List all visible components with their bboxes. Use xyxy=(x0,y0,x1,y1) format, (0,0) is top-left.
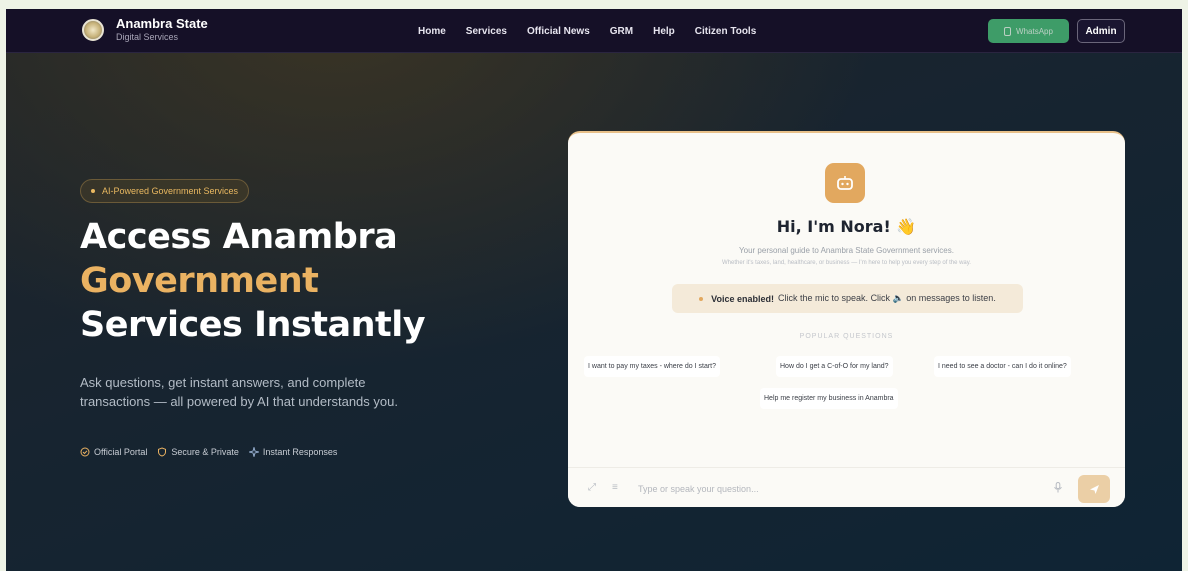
brand-title: Anambra State xyxy=(116,16,208,31)
feature-label: Official Portal xyxy=(94,447,148,457)
shield-icon xyxy=(158,447,167,457)
hero-title-line2: Government xyxy=(80,261,319,301)
badge-label: AI-Powered Government Services xyxy=(102,186,239,196)
robot-glyph-icon xyxy=(837,176,853,190)
admin-button[interactable]: Admin xyxy=(1077,19,1125,43)
feature-official-portal: Official Portal xyxy=(80,447,147,457)
feature-instant-responses: Instant Responses xyxy=(248,447,338,457)
voice-notice: Voice enabled! Click the mic to speak. C… xyxy=(672,284,1023,313)
ai-badge: AI-Powered Government Services xyxy=(80,179,250,203)
chat-description: Your personal guide to Anambra State Gov… xyxy=(739,246,954,255)
chat-description-secondary: Whether it's taxes, land, healthcare, or… xyxy=(722,260,971,266)
voice-notice-text: Click the mic to speak. Click 🔈 on messa… xyxy=(778,293,996,303)
nav-link-help[interactable]: Help xyxy=(653,26,675,37)
nav-link-official-news[interactable]: Official News xyxy=(527,26,590,37)
nav-link-home[interactable]: Home xyxy=(418,26,446,37)
nav-link-services[interactable]: Services xyxy=(466,26,507,37)
page-frame: Anambra State Digital Services Home Serv… xyxy=(6,9,1182,571)
nav-link-grm[interactable]: GRM xyxy=(610,26,633,37)
chat-input[interactable] xyxy=(638,478,1048,500)
chat-card: Hi, I'm Nora! 👋 Your personal guide to A… xyxy=(568,131,1125,507)
hero-title-line3: Services Instantly xyxy=(80,305,426,345)
nav-link-citizen-tools[interactable]: Citizen Tools xyxy=(695,26,756,37)
question-chip[interactable]: Help me register my business in Anambra xyxy=(760,388,898,409)
question-chip[interactable]: I need to see a doctor - can I do it onl… xyxy=(934,356,1071,377)
nav-links: Home Services Official News GRM Help Cit… xyxy=(418,9,776,53)
phone-icon xyxy=(1004,26,1012,36)
top-navbar: Anambra State Digital Services Home Serv… xyxy=(6,9,1182,53)
question-chip[interactable]: I want to pay my taxes - where do I star… xyxy=(584,356,720,377)
chat-input-bar: ⤢ ≡ xyxy=(568,467,1125,507)
feature-secure-private: Secure & Private xyxy=(157,447,239,457)
menu-icon[interactable]: ≡ xyxy=(612,482,618,493)
feature-list: Official Portal Secure & Private Instant… xyxy=(80,447,347,457)
voice-notice-bold: Voice enabled! xyxy=(711,293,775,304)
whatsapp-button[interactable]: WhatsApp xyxy=(988,19,1069,43)
robot-icon xyxy=(825,163,865,203)
badge-dot-icon xyxy=(91,189,95,193)
microphone-icon xyxy=(699,296,704,301)
state-seal-logo xyxy=(82,19,104,41)
brand-subtitle: Digital Services xyxy=(116,32,179,42)
hero-subtitle: Ask questions, get instant answers, and … xyxy=(80,375,398,409)
send-button[interactable] xyxy=(1078,475,1110,503)
check-circle-icon xyxy=(80,447,90,457)
question-chip[interactable]: How do I get a C-of-O for my land? xyxy=(776,356,893,377)
chat-greeting: Hi, I'm Nora! 👋 xyxy=(776,217,917,236)
hero-title-line1: Access Anambra xyxy=(80,217,398,257)
feature-label: Instant Responses xyxy=(262,447,338,457)
brand[interactable]: Anambra State Digital Services xyxy=(82,17,208,43)
expand-icon[interactable]: ⤢ xyxy=(588,482,596,493)
whatsapp-label: WhatsApp xyxy=(1016,26,1053,36)
feature-label: Secure & Private xyxy=(171,447,239,457)
hero-title: Access Anambra Government Services Insta… xyxy=(80,215,500,347)
microphone-button-icon[interactable] xyxy=(1054,482,1062,496)
sparkle-icon xyxy=(248,447,259,457)
popular-questions-heading: POPULAR QUESTIONS xyxy=(799,333,894,340)
send-icon xyxy=(1089,484,1099,494)
